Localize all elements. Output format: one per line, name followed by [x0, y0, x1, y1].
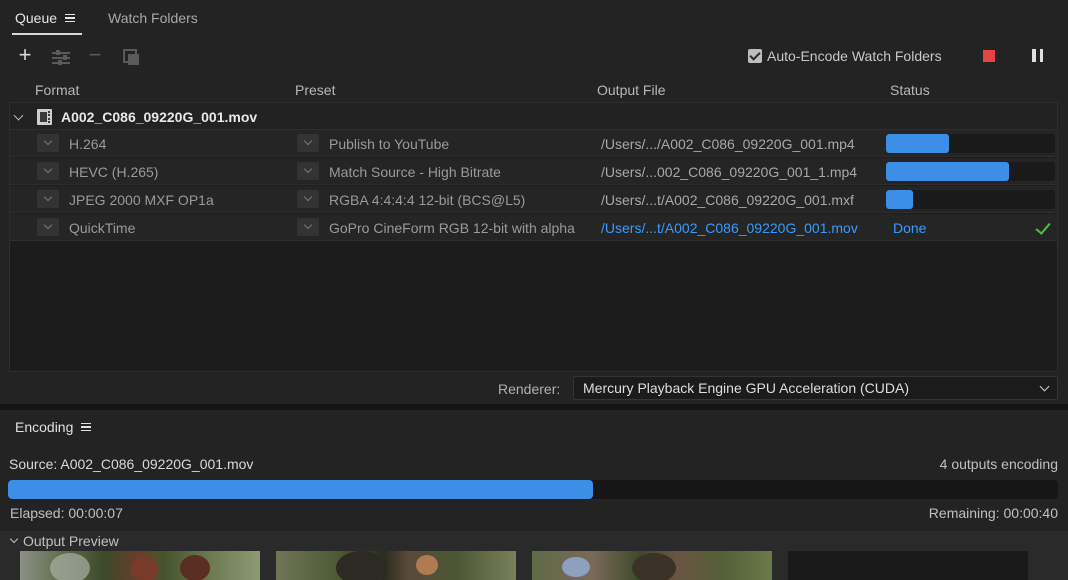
preview-thumbnail: [276, 551, 516, 580]
tab-watch-folders-label: Watch Folders: [108, 10, 198, 26]
output-progress-bar: [886, 134, 1055, 153]
elapsed-time: Elapsed: 00:00:07: [10, 505, 123, 521]
output-row[interactable]: JPEG 2000 MXF OP1a RGBA 4:4:4:4 12-bit (…: [10, 186, 1057, 213]
chevron-down-icon[interactable]: [13, 110, 24, 121]
format-dropdown[interactable]: [37, 134, 59, 152]
preset-dropdown[interactable]: [297, 218, 319, 236]
preset-value: RGBA 4:4:4:4 12-bit (BCS@L5): [329, 192, 526, 208]
export-settings-button[interactable]: [50, 47, 72, 69]
tab-queue-label: Queue: [15, 10, 58, 26]
format-value: H.264: [69, 136, 107, 152]
format-dropdown[interactable]: [37, 218, 59, 236]
preview-thumbnail: [532, 551, 772, 580]
output-progress-bar: [886, 162, 1055, 181]
preset-value: GoPro CineForm RGB 12-bit with alpha: [329, 220, 575, 236]
output-progress-bar: [886, 190, 1055, 209]
output-preview-toggle[interactable]: Output Preview: [23, 532, 119, 550]
output-preview-section: Output Preview: [0, 531, 1068, 580]
panel-menu-icon[interactable]: [65, 14, 76, 22]
output-row[interactable]: H.264 Publish to YouTube /Users/.../A002…: [10, 130, 1057, 157]
encoding-outputs-count: 4 outputs encoding: [939, 456, 1058, 472]
duplicate-icon: [123, 49, 139, 65]
auto-encode-toggle[interactable]: Auto-Encode Watch Folders: [748, 46, 942, 66]
settings-sliders-icon: [52, 50, 70, 65]
format-dropdown[interactable]: [37, 190, 59, 208]
preview-thumbnail: [20, 551, 260, 580]
add-source-button[interactable]: +: [14, 44, 36, 66]
preview-thumbnail: [788, 551, 1028, 580]
format-value: JPEG 2000 MXF OP1a: [69, 192, 214, 208]
chevron-down-icon[interactable]: [9, 534, 19, 544]
active-tab-indicator: [12, 33, 82, 35]
plus-icon: +: [18, 42, 32, 67]
tab-watch-folders[interactable]: Watch Folders: [108, 0, 198, 36]
source-row[interactable]: A002_C086_09220G_001.mov: [10, 103, 1057, 130]
panel-menu-icon[interactable]: [81, 423, 92, 431]
auto-encode-checkbox[interactable]: [748, 49, 762, 63]
preset-dropdown[interactable]: [297, 162, 319, 180]
output-progress-fill: [886, 162, 1010, 181]
remaining-time: Remaining: 00:00:40: [928, 505, 1058, 521]
renderer-value: Mercury Playback Engine GPU Acceleration…: [583, 380, 910, 396]
remove-button[interactable]: −: [84, 44, 106, 66]
output-file-path[interactable]: /Users/.../A002_C086_09220G_001.mp4: [601, 134, 883, 154]
encoding-panel: Encoding Source: A002_C086_09220G_001.mo…: [0, 410, 1068, 580]
encoding-title: Encoding: [15, 419, 74, 435]
renderer-select[interactable]: Mercury Playback Engine GPU Acceleration…: [573, 376, 1058, 400]
output-file-path[interactable]: /Users/...002_C086_09220G_001_1.mp4: [601, 162, 883, 182]
encoding-source-label: Source: A002_C086_09220G_001.mov: [9, 456, 254, 472]
output-progress-fill: [886, 134, 949, 153]
column-header-format[interactable]: Format: [35, 80, 79, 100]
encoding-tab[interactable]: Encoding: [15, 418, 92, 436]
queue-list: A002_C086_09220G_001.mov H.264 Publish t…: [9, 102, 1058, 372]
output-row[interactable]: QuickTime GoPro CineForm RGB 12-bit with…: [10, 214, 1057, 241]
pause-queue-button[interactable]: [1032, 49, 1043, 62]
output-file-link[interactable]: /Users/...t/A002_C086_09220G_001.mov: [601, 218, 887, 238]
encoding-progress-fill: [8, 480, 593, 499]
renderer-label: Renderer:: [498, 381, 561, 397]
format-dropdown[interactable]: [37, 162, 59, 180]
format-value: HEVC (H.265): [69, 164, 159, 180]
preset-dropdown[interactable]: [297, 190, 319, 208]
minus-icon: −: [88, 42, 102, 67]
column-header-status[interactable]: Status: [890, 80, 930, 100]
column-header-preset[interactable]: Preset: [295, 80, 335, 100]
output-file-path[interactable]: /Users/...t/A002_C086_09220G_001.mxf: [601, 190, 883, 210]
stop-queue-button[interactable]: [983, 50, 995, 62]
queue-panel: Queue Watch Folders + − Auto-Encode Watc…: [0, 0, 1068, 404]
encoding-progress-bar: [8, 480, 1058, 499]
duplicate-button[interactable]: [120, 47, 142, 69]
checkmark-icon: [1035, 219, 1051, 235]
preset-value: Publish to YouTube: [329, 136, 450, 152]
output-progress-fill: [886, 190, 914, 209]
tab-queue[interactable]: Queue: [15, 0, 76, 36]
queue-tab-bar: Queue Watch Folders: [0, 0, 1068, 36]
output-row[interactable]: HEVC (H.265) Match Source - High Bitrate…: [10, 158, 1057, 185]
auto-encode-label: Auto-Encode Watch Folders: [767, 48, 942, 64]
status-done: Done: [893, 220, 927, 236]
film-file-icon: [37, 109, 52, 125]
column-header-output-file[interactable]: Output File: [597, 80, 665, 100]
format-value: QuickTime: [69, 220, 136, 236]
source-name: A002_C086_09220G_001.mov: [61, 109, 258, 125]
preset-dropdown[interactable]: [297, 134, 319, 152]
preset-value: Match Source - High Bitrate: [329, 164, 501, 180]
